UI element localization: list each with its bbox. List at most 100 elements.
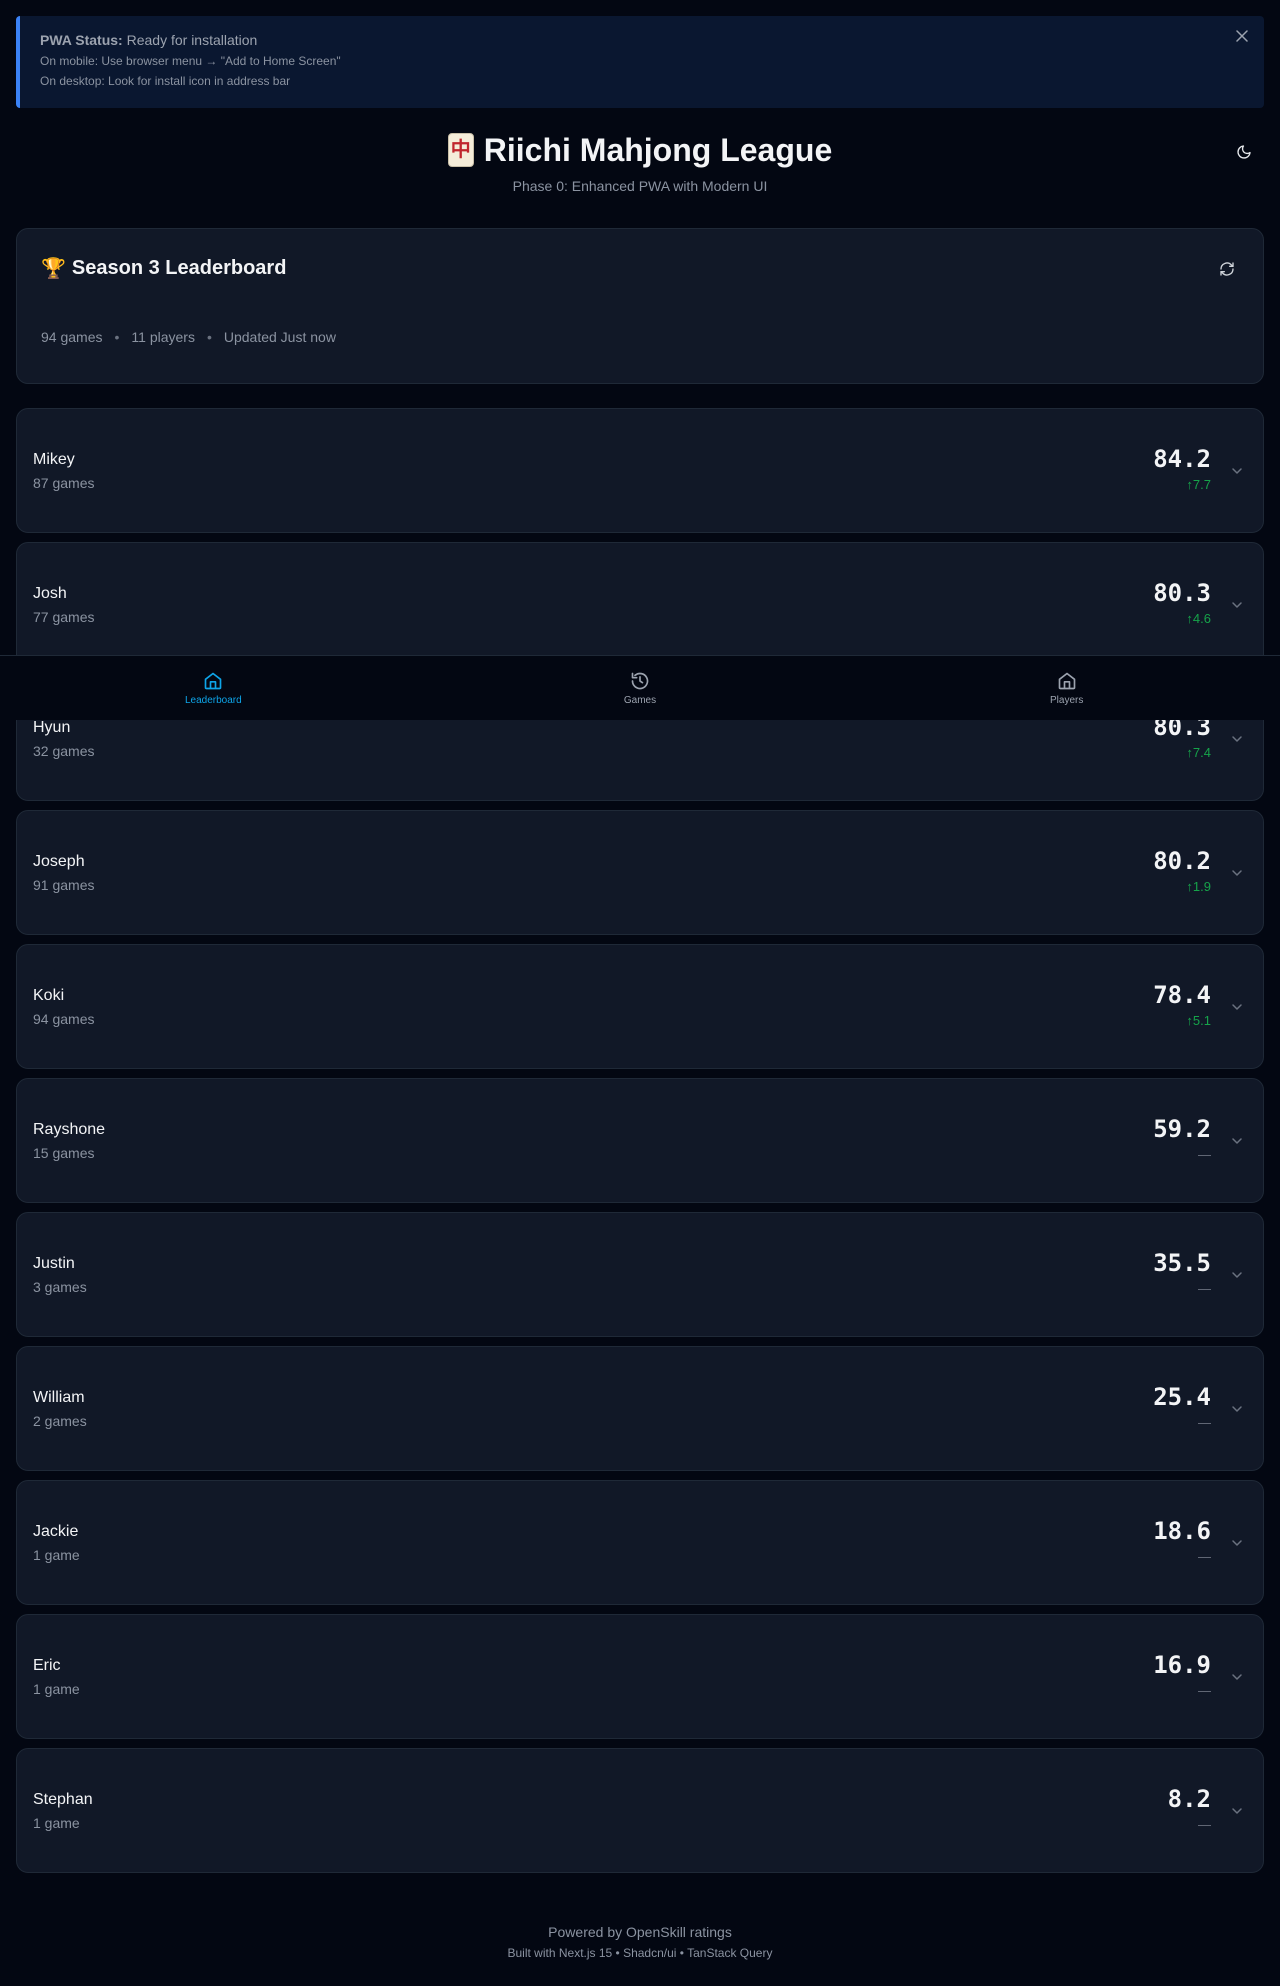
player-rating: 80.2 <box>1153 847 1211 875</box>
player-name: Koki <box>33 987 65 1004</box>
separator-dot: • <box>114 329 120 345</box>
pwa-mobile-hint: On mobile: Use browser menu → "Add to Ho… <box>40 54 341 68</box>
page-title: 中 Riichi Mahjong League <box>447 128 833 172</box>
player-games-count: 1 game <box>33 1815 80 1831</box>
player-rating-delta: ↑1.9 <box>1186 879 1211 894</box>
player-card[interactable]: William 2 games 25.4 — <box>16 1346 1264 1471</box>
player-name: Justin <box>33 1255 75 1272</box>
footer-built-with: Built with Next.js 15 • Shadcn/ui • TanS… <box>507 1946 773 1960</box>
chevron-down-icon[interactable] <box>1229 597 1245 613</box>
player-games-count: 15 games <box>33 1145 95 1161</box>
season-games-count: 94 games <box>41 329 103 345</box>
player-games-count: 2 games <box>33 1413 87 1429</box>
pwa-status-banner: PWA Status: Ready for installation On mo… <box>16 16 1264 108</box>
player-name: Jackie <box>33 1523 79 1540</box>
chevron-down-icon[interactable] <box>1229 463 1245 479</box>
pwa-status-line: PWA Status: Ready for installation <box>40 32 1244 48</box>
season-stats: 94 games • 11 players • Updated Just now <box>41 329 336 345</box>
pwa-status-value: Ready for installation <box>126 32 258 48</box>
nav-item-players[interactable]: Players <box>853 656 1280 720</box>
trophy-icon: 🏆 <box>41 257 66 280</box>
refresh-button[interactable] <box>1215 257 1239 281</box>
player-rating-delta: — <box>1198 1147 1211 1162</box>
season-title: 🏆 Season 3 Leaderboard <box>41 257 286 280</box>
chevron-down-icon[interactable] <box>1229 999 1245 1015</box>
player-rating: 35.5 <box>1153 1249 1211 1277</box>
player-name: Mikey <box>33 451 75 468</box>
player-rating-delta: — <box>1198 1817 1211 1832</box>
player-rating-delta: — <box>1198 1549 1211 1564</box>
nav-item-label: Players <box>1050 694 1084 706</box>
player-rating: 8.2 <box>1167 1785 1211 1813</box>
player-card[interactable]: Stephan 1 game 8.2 — <box>16 1748 1264 1873</box>
player-rating: 84.2 <box>1153 445 1211 473</box>
player-rating: 18.6 <box>1153 1517 1211 1545</box>
player-games-count: 32 games <box>33 743 95 759</box>
player-rating: 16.9 <box>1153 1651 1211 1679</box>
pwa-desktop-hint: On desktop: Look for install icon in add… <box>40 74 291 88</box>
player-card[interactable]: Joseph 91 games 80.2 ↑1.9 <box>16 810 1264 935</box>
player-rating-delta: ↑5.1 <box>1186 1013 1211 1028</box>
close-icon[interactable] <box>1232 26 1252 46</box>
player-rating: 25.4 <box>1153 1383 1211 1411</box>
player-rating-delta: ↑4.6 <box>1186 611 1211 626</box>
player-card[interactable]: Eric 1 game 16.9 — <box>16 1614 1264 1739</box>
nav-item-games[interactable]: Games <box>427 656 854 720</box>
nav-item-leaderboard[interactable]: Leaderboard <box>0 656 427 720</box>
player-card[interactable]: Koki 94 games 78.4 ↑5.1 <box>16 944 1264 1069</box>
player-games-count: 91 games <box>33 877 95 893</box>
player-rating-delta: ↑7.7 <box>1186 477 1211 492</box>
player-card[interactable]: Jackie 1 game 18.6 — <box>16 1480 1264 1605</box>
player-rating-delta: ↑7.4 <box>1186 745 1211 760</box>
chevron-down-icon[interactable] <box>1229 1267 1245 1283</box>
page-subtitle: Phase 0: Enhanced PWA with Modern UI <box>512 178 768 194</box>
player-name: Hyun <box>33 719 71 736</box>
page: PWA Status: Ready for installation On mo… <box>0 0 1280 1986</box>
player-rating: 78.4 <box>1153 981 1211 1009</box>
chevron-down-icon[interactable] <box>1229 1669 1245 1685</box>
chevron-down-icon[interactable] <box>1229 1803 1245 1819</box>
player-card[interactable]: Rayshone 15 games 59.2 — <box>16 1078 1264 1203</box>
home-icon <box>1058 672 1076 689</box>
chevron-down-icon[interactable] <box>1229 865 1245 881</box>
season-updated: Updated Just now <box>223 329 336 345</box>
footer-powered-by: Powered by OpenSkill ratings <box>548 1924 732 1940</box>
player-games-count: 77 games <box>33 609 95 625</box>
player-rating: 59.2 <box>1153 1115 1211 1143</box>
player-games-count: 1 game <box>33 1547 80 1563</box>
moon-icon <box>1237 145 1251 159</box>
player-rating-delta: — <box>1198 1683 1211 1698</box>
theme-toggle-button[interactable] <box>1230 138 1258 166</box>
player-games-count: 87 games <box>33 475 95 491</box>
player-name: William <box>33 1389 85 1406</box>
player-name: Rayshone <box>33 1121 106 1138</box>
app-header: 中 Riichi Mahjong League Phase 0: Enhance… <box>0 128 1280 198</box>
home-icon <box>204 672 222 689</box>
player-rating: 80.3 <box>1153 579 1211 607</box>
player-card[interactable]: Justin 3 games 35.5 — <box>16 1212 1264 1337</box>
player-name: Josh <box>33 585 67 602</box>
chevron-down-icon[interactable] <box>1229 1535 1245 1551</box>
player-rating-delta: — <box>1198 1281 1211 1296</box>
pwa-status-label: PWA Status: <box>40 32 123 48</box>
player-card[interactable]: Mikey 87 games 84.2 ↑7.7 <box>16 408 1264 533</box>
footer: Powered by OpenSkill ratings Built with … <box>0 1924 1280 1960</box>
chevron-down-icon[interactable] <box>1229 731 1245 747</box>
bottom-nav: Leaderboard Games Players <box>0 655 1280 720</box>
player-games-count: 1 game <box>33 1681 80 1697</box>
refresh-icon <box>1220 262 1234 276</box>
chevron-down-icon[interactable] <box>1229 1401 1245 1417</box>
player-games-count: 3 games <box>33 1279 87 1295</box>
page-title-text: Riichi Mahjong League <box>483 132 833 168</box>
season-title-text: Season 3 Leaderboard <box>71 257 287 279</box>
separator-dot: • <box>206 329 212 345</box>
mahjong-tile-icon: 中 <box>447 133 474 167</box>
chevron-down-icon[interactable] <box>1229 1133 1245 1149</box>
leaderboard-list: Mikey 87 games 84.2 ↑7.7 Josh 77 games 8… <box>16 408 1264 1882</box>
player-card[interactable]: Josh 77 games 80.3 ↑4.6 <box>16 542 1264 667</box>
history-icon <box>631 672 649 689</box>
player-rating-delta: — <box>1198 1415 1211 1430</box>
season-players-count: 11 players <box>131 329 195 345</box>
season-summary-card: 🏆 Season 3 Leaderboard 94 games • 11 pla… <box>16 228 1264 384</box>
player-name: Stephan <box>33 1791 93 1808</box>
